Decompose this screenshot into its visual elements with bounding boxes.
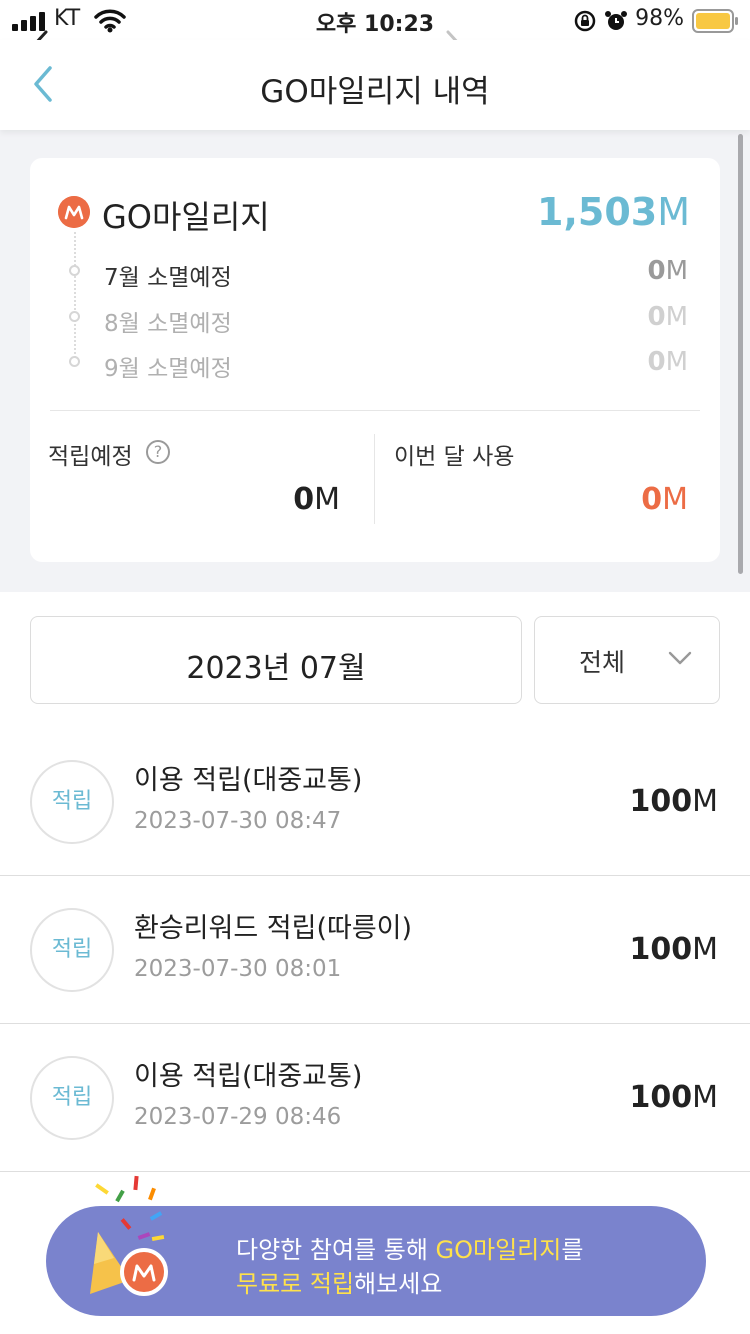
transaction-amount: 100M: [629, 784, 718, 819]
banner-line-1: 다양한 참여를 통해 GO마일리지를: [236, 1236, 584, 1264]
transaction-type-badge: 적립: [30, 760, 114, 844]
transaction-row[interactable]: 적립 환승리워드 적립(따릉이) 2023-07-30 08:01 100M: [0, 876, 750, 1024]
timeline-dot: [69, 356, 80, 367]
scrollbar[interactable]: [738, 134, 743, 574]
transaction-row[interactable]: 적립 이용 적립(대중교통) 2023-07-29 08:46 100M: [0, 1024, 750, 1172]
mileage-title: GO마일리지: [102, 198, 270, 236]
current-month: 2023년 07월: [186, 651, 366, 686]
expiration-label-september: 9월 소멸예정: [104, 356, 232, 382]
this-month-use-value: 0M: [641, 482, 688, 517]
this-month-use-label: 이번 달 사용: [394, 444, 515, 470]
transaction-title: 환승리워드 적립(따릉이): [134, 913, 413, 944]
help-icon[interactable]: ?: [146, 440, 170, 464]
expiration-value-july: 0M: [647, 256, 688, 286]
month-selector: 2023년 07월: [30, 616, 522, 704]
filter-dropdown[interactable]: 전체: [534, 616, 720, 704]
expiration-value-august: 0M: [647, 302, 688, 332]
pending-value: 0M: [293, 482, 340, 517]
mileage-logo-icon: [58, 196, 90, 228]
nav-header: GO마일리지 내역: [0, 40, 750, 130]
transaction-amount: 100M: [629, 1080, 718, 1115]
transaction-type-badge: 적립: [30, 1056, 114, 1140]
mileage-total: 1,503M: [537, 190, 690, 234]
battery-icon: [692, 9, 738, 33]
transaction-datetime: 2023-07-29 08:46: [134, 1104, 342, 1130]
transaction-datetime: 2023-07-30 08:01: [134, 956, 342, 982]
party-popper-icon: [90, 1175, 168, 1296]
filter-value: 전체: [579, 648, 626, 677]
transaction-datetime: 2023-07-30 08:47: [134, 808, 342, 834]
pending-label: 적립예정: [48, 444, 133, 470]
transaction-title: 이용 적립(대중교통): [134, 765, 363, 796]
transaction-title: 이용 적립(대중교통): [134, 1061, 363, 1092]
timeline-dot: [69, 311, 80, 322]
banner-line-2: 무료로 적립해보세요: [236, 1270, 443, 1298]
expiration-timeline: [74, 232, 76, 366]
transaction-type-badge: 적립: [30, 908, 114, 992]
card-vertical-divider: [374, 434, 375, 524]
chevron-down-icon: [668, 651, 692, 665]
mileage-total-unit: M: [657, 190, 690, 234]
battery-percent: 98%: [635, 6, 684, 31]
transaction-row[interactable]: 적립 이용 적립(대중교통) 2023-07-30 08:47 100M: [0, 728, 750, 876]
timeline-dot: [69, 265, 80, 276]
transaction-amount: 100M: [629, 932, 718, 967]
status-bar: KT 오후 10:23 98%: [0, 0, 750, 40]
card-divider: [50, 410, 700, 411]
expiration-value-september: 0M: [647, 347, 688, 377]
mileage-total-value: 1,503: [537, 190, 658, 234]
page-title: GO마일리지 내역: [260, 74, 490, 110]
expiration-label-july: 7월 소멸예정: [104, 265, 232, 291]
rotation-lock-icon: [574, 10, 596, 32]
expiration-label-august: 8월 소멸예정: [104, 311, 232, 337]
alarm-icon: [605, 11, 627, 30]
